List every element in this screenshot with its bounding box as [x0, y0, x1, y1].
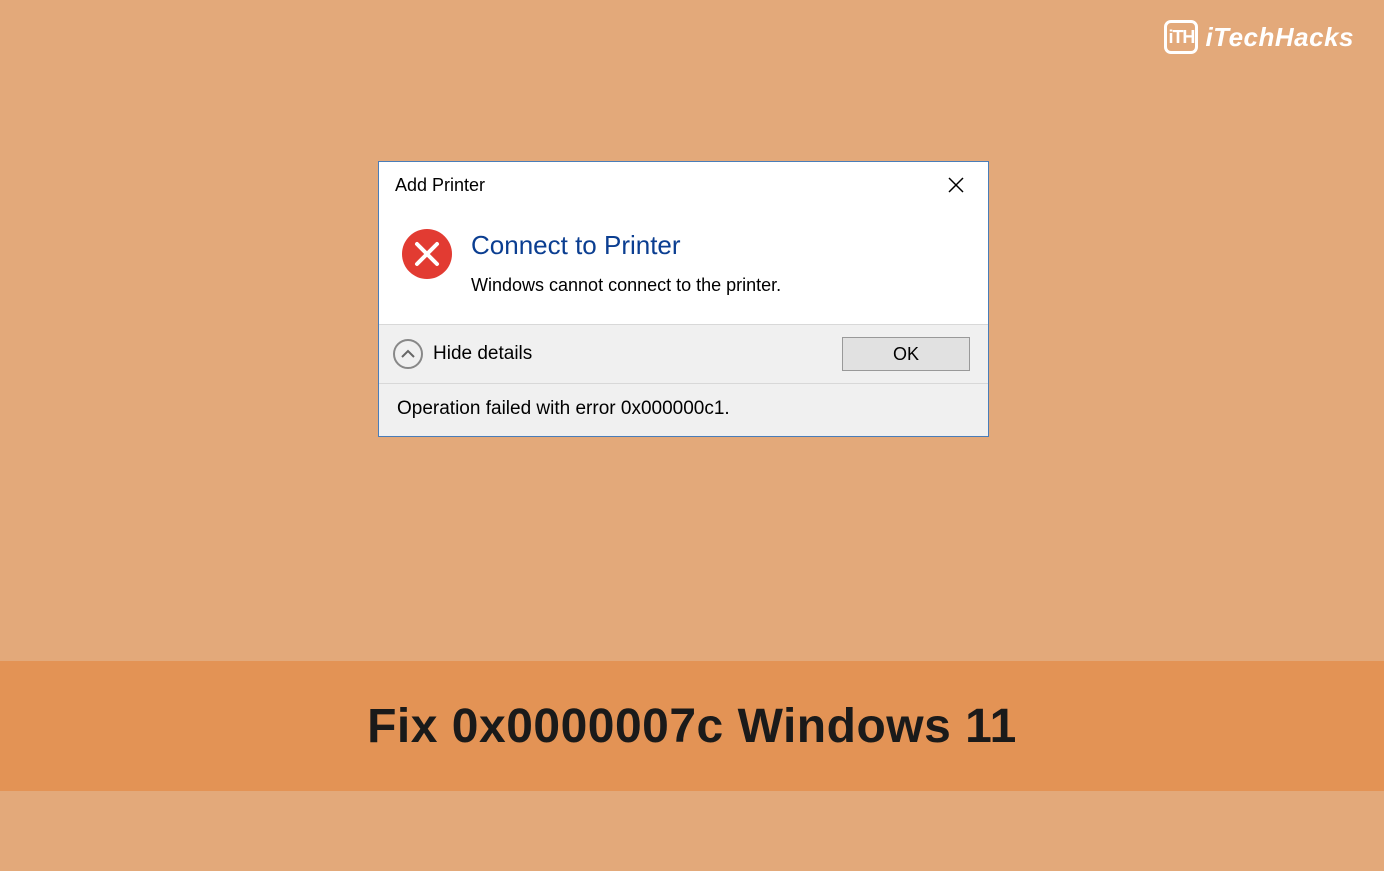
dialog-message: Windows cannot connect to the printer. — [471, 275, 781, 296]
ok-button[interactable]: OK — [842, 337, 970, 371]
dialog-title: Add Printer — [395, 175, 485, 196]
title-banner-text: Fix 0x0000007c Windows 11 — [367, 699, 1017, 754]
brand-logo-text: iTechHacks — [1205, 22, 1354, 53]
close-icon — [948, 177, 964, 193]
brand-logo: iTH iTechHacks — [1164, 20, 1354, 54]
brand-logo-icon: iTH — [1164, 20, 1198, 54]
details-toggle-label: Hide details — [433, 343, 532, 365]
details-toggle[interactable]: Hide details — [393, 339, 532, 369]
dialog-body: Connect to Printer Windows cannot connec… — [471, 228, 781, 296]
dialog-heading: Connect to Printer — [471, 230, 781, 261]
chevron-up-icon — [393, 339, 423, 369]
title-banner: Fix 0x0000007c Windows 11 — [0, 661, 1384, 791]
dialog-details: Operation failed with error 0x000000c1. — [379, 383, 988, 436]
dialog-content: Connect to Printer Windows cannot connec… — [379, 208, 988, 324]
dialog-titlebar: Add Printer — [379, 162, 988, 208]
close-button[interactable] — [934, 170, 978, 200]
add-printer-dialog: Add Printer Connect to Printer Windows c… — [378, 161, 989, 437]
dialog-actions: Hide details OK — [379, 324, 988, 383]
error-icon — [401, 228, 453, 280]
